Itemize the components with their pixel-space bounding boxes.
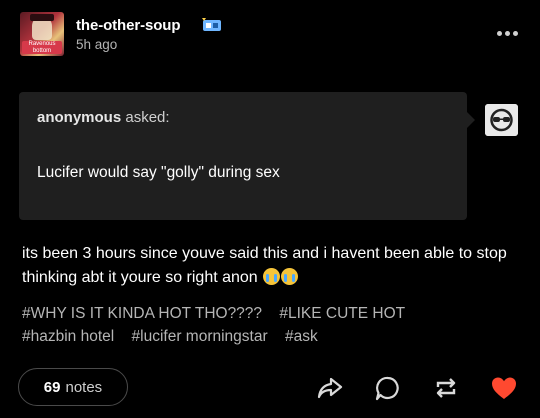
blog-avatar[interactable]: Ravenous bottom <box>20 12 64 56</box>
share-icon[interactable] <box>316 374 344 402</box>
heart-icon[interactable] <box>490 374 518 402</box>
notes-button[interactable]: 69 notes <box>18 368 128 406</box>
notes-count: 69 <box>43 378 61 396</box>
asker-name[interactable]: anonymous <box>37 109 121 126</box>
badge-icon[interactable] <box>201 17 223 33</box>
tag[interactable]: #ask <box>285 328 318 345</box>
avatar-hat <box>30 14 54 21</box>
ask-question: Lucifer would say "golly" during sex <box>37 164 280 181</box>
reply-icon[interactable] <box>374 374 402 402</box>
tag[interactable]: #WHY IS IT KINDA HOT THO???? <box>22 305 262 322</box>
tag[interactable]: #LIKE CUTE HOT <box>279 305 405 322</box>
answer-body: its been 3 hours since youve said this a… <box>22 242 522 290</box>
loudly-crying-face-icon <box>263 268 281 285</box>
reblog-icon[interactable] <box>432 374 460 402</box>
tag-list: #WHY IS IT KINDA HOT THO???? #LIKE CUTE … <box>22 302 522 348</box>
asked-label: asked: <box>125 109 170 126</box>
post-header: Ravenous bottom the-other-soup 5h ago <box>20 12 520 58</box>
tag[interactable]: #lucifer morningstar <box>132 328 268 345</box>
avatar-sticker: Ravenous bottom <box>22 41 62 54</box>
asker-line: anonymous asked: <box>37 109 170 126</box>
ask-box: anonymous asked: Lucifer would say "goll… <box>19 92 475 220</box>
post-timestamp: 5h ago <box>76 37 118 52</box>
blog-name[interactable]: the-other-soup <box>76 17 181 34</box>
tag[interactable]: #hazbin hotel <box>22 328 114 345</box>
notes-label: notes <box>65 378 103 396</box>
loudly-crying-face-icon <box>281 268 299 285</box>
more-options-icon[interactable] <box>497 31 519 37</box>
anonymous-avatar-icon <box>485 104 518 136</box>
